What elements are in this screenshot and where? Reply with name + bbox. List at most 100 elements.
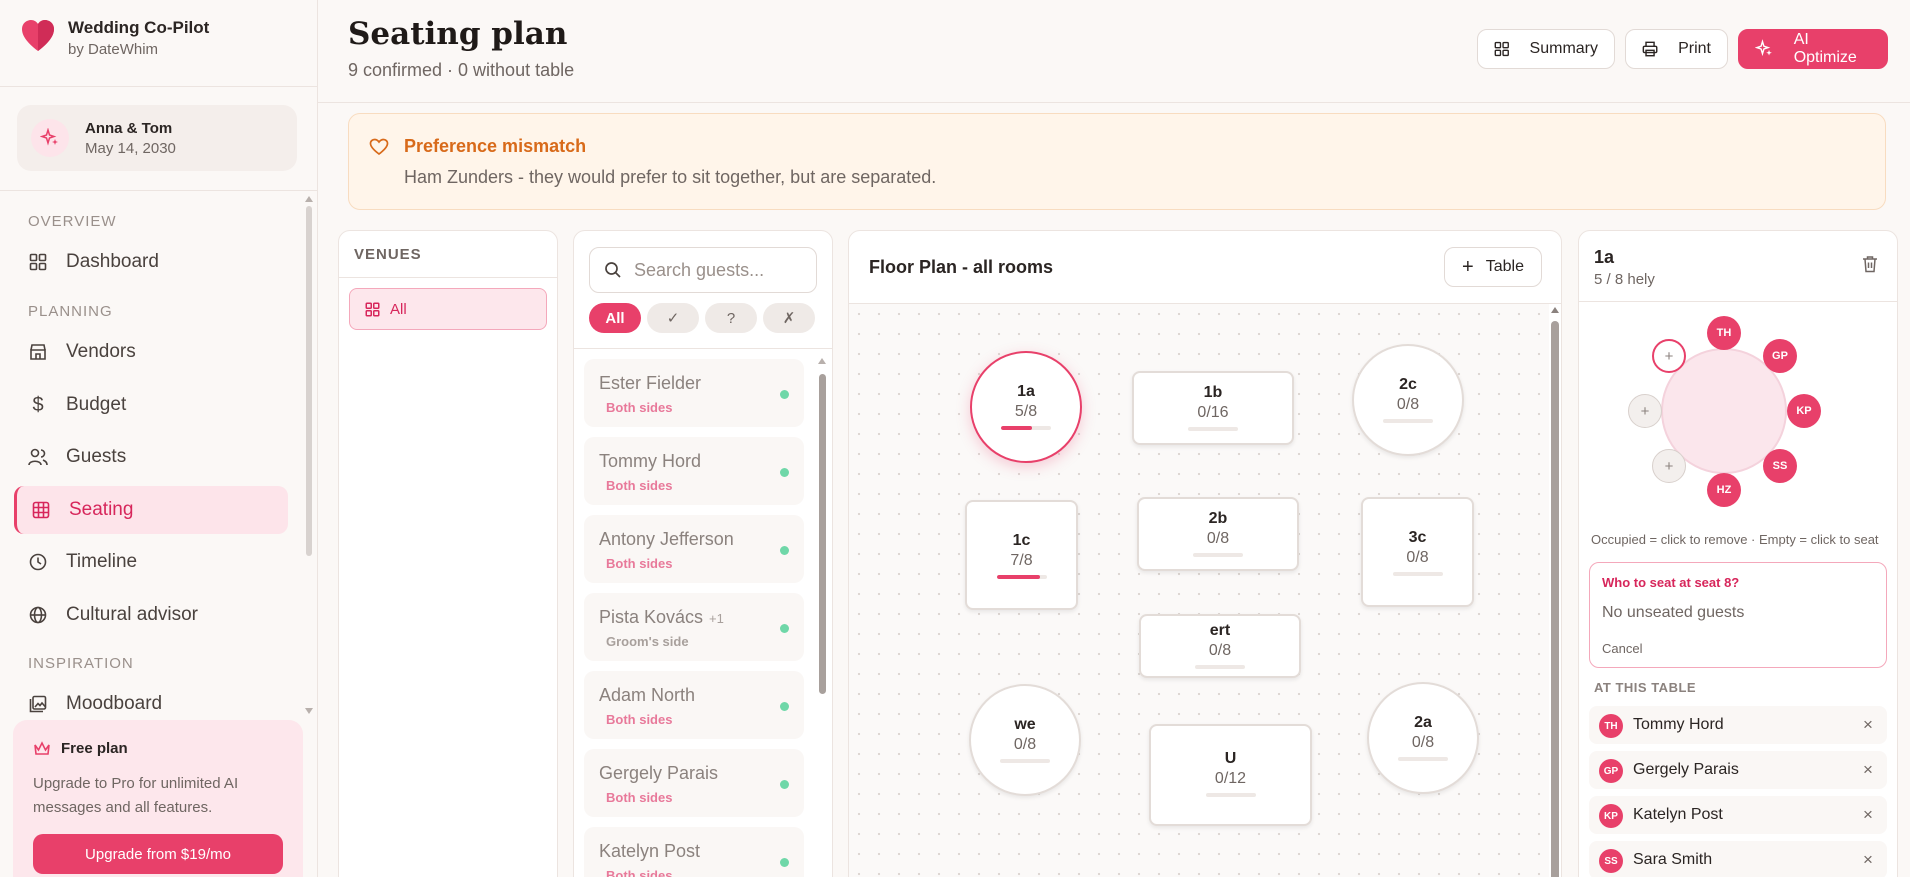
search-input[interactable]: Search guests...: [589, 247, 817, 293]
guest-side-tag: Both sides: [606, 556, 673, 571]
floor-canvas[interactable]: 1a 5/8 1b 0/16 2c 0/8 1c 7/8 2b 0/8 3c 0…: [849, 304, 1549, 877]
upgrade-button[interactable]: Upgrade from $19/mo: [33, 834, 283, 874]
nav-section-inspiration: INSPIRATION: [28, 655, 134, 672]
table-2c[interactable]: 2c 0/8: [1352, 344, 1464, 456]
table-2a[interactable]: 2a 0/8: [1367, 682, 1479, 794]
guest-card[interactable]: Antony Jefferson Both sides: [584, 515, 804, 583]
table-grid-icon: [31, 500, 51, 520]
sparkle-icon: [31, 119, 69, 157]
trash-icon[interactable]: [1862, 255, 1878, 273]
guest-card[interactable]: Katelyn Post Both sides: [584, 827, 804, 877]
seat-3[interactable]: KP: [1787, 394, 1821, 428]
remove-icon[interactable]: ×: [1863, 715, 1873, 735]
seat-1[interactable]: TH: [1707, 316, 1741, 350]
sidebar-item-dashboard[interactable]: Dashboard: [14, 238, 288, 286]
grid-icon: [365, 302, 380, 316]
guest-card[interactable]: Pista Kovács +1 Groom's side: [584, 593, 804, 661]
cancel-button[interactable]: Cancel: [1602, 641, 1642, 656]
plan-card: Free plan Upgrade to Pro for unlimited A…: [13, 720, 303, 877]
scroll-up-arrow-icon[interactable]: [818, 358, 826, 364]
guest-card[interactable]: Adam North Both sides: [584, 671, 804, 739]
scrollbar-thumb[interactable]: [1551, 321, 1559, 877]
summary-button[interactable]: Summary: [1477, 29, 1615, 69]
sidebar-item-cultural-advisor[interactable]: Cultural advisor: [14, 591, 288, 639]
filter-all[interactable]: All: [589, 303, 641, 333]
table-name: 1a: [1017, 383, 1035, 400]
guest-side-tag: Both sides: [606, 478, 673, 493]
page-subtitle: 9 confirmed · 0 without table: [348, 60, 575, 80]
sidebar-item-vendors[interactable]: Vendors: [14, 328, 288, 376]
avatar: GP: [1599, 759, 1623, 783]
plus-icon: +: [1462, 255, 1474, 278]
status-dot: [780, 546, 789, 555]
table-1c[interactable]: 1c 7/8: [965, 500, 1078, 610]
sidebar: Wedding Co-Pilot by DateWhim Anna & Tom …: [0, 0, 318, 877]
table-ert[interactable]: ert 0/8: [1139, 614, 1301, 678]
search-icon: [605, 262, 621, 278]
seat-4[interactable]: SS: [1763, 449, 1797, 483]
table-3c[interactable]: 3c 0/8: [1361, 497, 1474, 607]
guest-card[interactable]: Ester Fielder Both sides: [584, 359, 804, 427]
table-name: 2c: [1399, 376, 1417, 393]
floor-plan-panel: Floor Plan - all rooms + Table 1a 5/8 1b…: [848, 230, 1562, 877]
guest-side-tag: Both sides: [606, 790, 673, 805]
guest-list-scrollbar[interactable]: [817, 356, 827, 877]
couple-card[interactable]: Anna & Tom May 14, 2030: [17, 105, 297, 171]
sidebar-item-seating[interactable]: Seating: [14, 486, 288, 534]
status-dot: [780, 780, 789, 789]
divider: [574, 348, 832, 349]
sidebar-item-timeline[interactable]: Timeline: [14, 538, 288, 586]
scroll-up-arrow-icon[interactable]: [1551, 307, 1559, 313]
remove-icon[interactable]: ×: [1863, 850, 1873, 870]
nav-section-overview: OVERVIEW: [28, 213, 117, 230]
sidebar-item-guests[interactable]: Guests: [14, 433, 288, 481]
seat-5[interactable]: HZ: [1707, 473, 1741, 507]
seat-2[interactable]: GP: [1763, 339, 1797, 373]
filter-confirmed[interactable]: ✓: [647, 303, 699, 333]
remove-icon[interactable]: ×: [1863, 805, 1873, 825]
table-detail-capacity: 5 / 8 hely: [1594, 271, 1655, 288]
seat-7[interactable]: +: [1628, 394, 1662, 428]
store-icon: [28, 342, 48, 362]
plan-title: Free plan: [33, 740, 128, 757]
remove-icon[interactable]: ×: [1863, 760, 1873, 780]
floor-plan-scrollbar[interactable]: [1549, 307, 1561, 877]
venue-all-item[interactable]: All: [349, 288, 547, 330]
add-table-button[interactable]: + Table: [1444, 247, 1542, 287]
table-we[interactable]: we 0/8: [969, 684, 1081, 796]
seat-6[interactable]: +: [1652, 449, 1686, 483]
sidebar-item-budget[interactable]: $ Budget: [14, 381, 288, 429]
guest-side-tag: Both sides: [606, 400, 673, 415]
seated-guest-row: GP Gergely Parais ×: [1589, 751, 1887, 789]
table-detail-panel: 1a 5 / 8 hely TH GP KP SS HZ + + + Occup…: [1578, 230, 1898, 877]
guest-card[interactable]: Gergely Parais Both sides: [584, 749, 804, 817]
guest-name: Katelyn Post: [599, 841, 701, 861]
table-1a[interactable]: 1a 5/8: [970, 351, 1082, 463]
status-dot: [780, 624, 789, 633]
ai-optimize-button[interactable]: AI Optimize: [1738, 29, 1888, 69]
scroll-up-arrow-icon[interactable]: [305, 196, 313, 202]
scrollbar-thumb[interactable]: [306, 206, 312, 556]
filter-declined[interactable]: ✗: [763, 303, 815, 333]
print-button[interactable]: Print: [1625, 29, 1728, 69]
dollar-icon: $: [32, 393, 44, 416]
table-2b[interactable]: 2b 0/8: [1137, 497, 1299, 571]
sidebar-item-label: Timeline: [66, 551, 138, 572]
table-count: 0/8: [1406, 549, 1429, 566]
table-fill-bar: [1398, 757, 1448, 761]
filter-pending[interactable]: ?: [705, 303, 757, 333]
sidebar-scrollbar[interactable]: [305, 196, 313, 716]
guest-card[interactable]: Tommy Hord Both sides: [584, 437, 804, 505]
divider: [339, 277, 557, 278]
table-1b[interactable]: 1b 0/16: [1132, 371, 1294, 445]
table-fill-bar: [1392, 572, 1443, 576]
seat-8[interactable]: +: [1652, 339, 1686, 373]
scrollbar-thumb[interactable]: [819, 374, 826, 694]
venues-heading: VENUES: [354, 246, 422, 263]
scroll-down-arrow-icon[interactable]: [305, 708, 313, 714]
table-fill-bar: [1195, 665, 1245, 669]
avatar: TH: [1599, 714, 1623, 738]
seated-guest-name: Sara Smith: [1633, 851, 1713, 868]
guest-side-tag: Groom's side: [606, 634, 689, 649]
table-u[interactable]: U 0/12: [1149, 724, 1312, 826]
